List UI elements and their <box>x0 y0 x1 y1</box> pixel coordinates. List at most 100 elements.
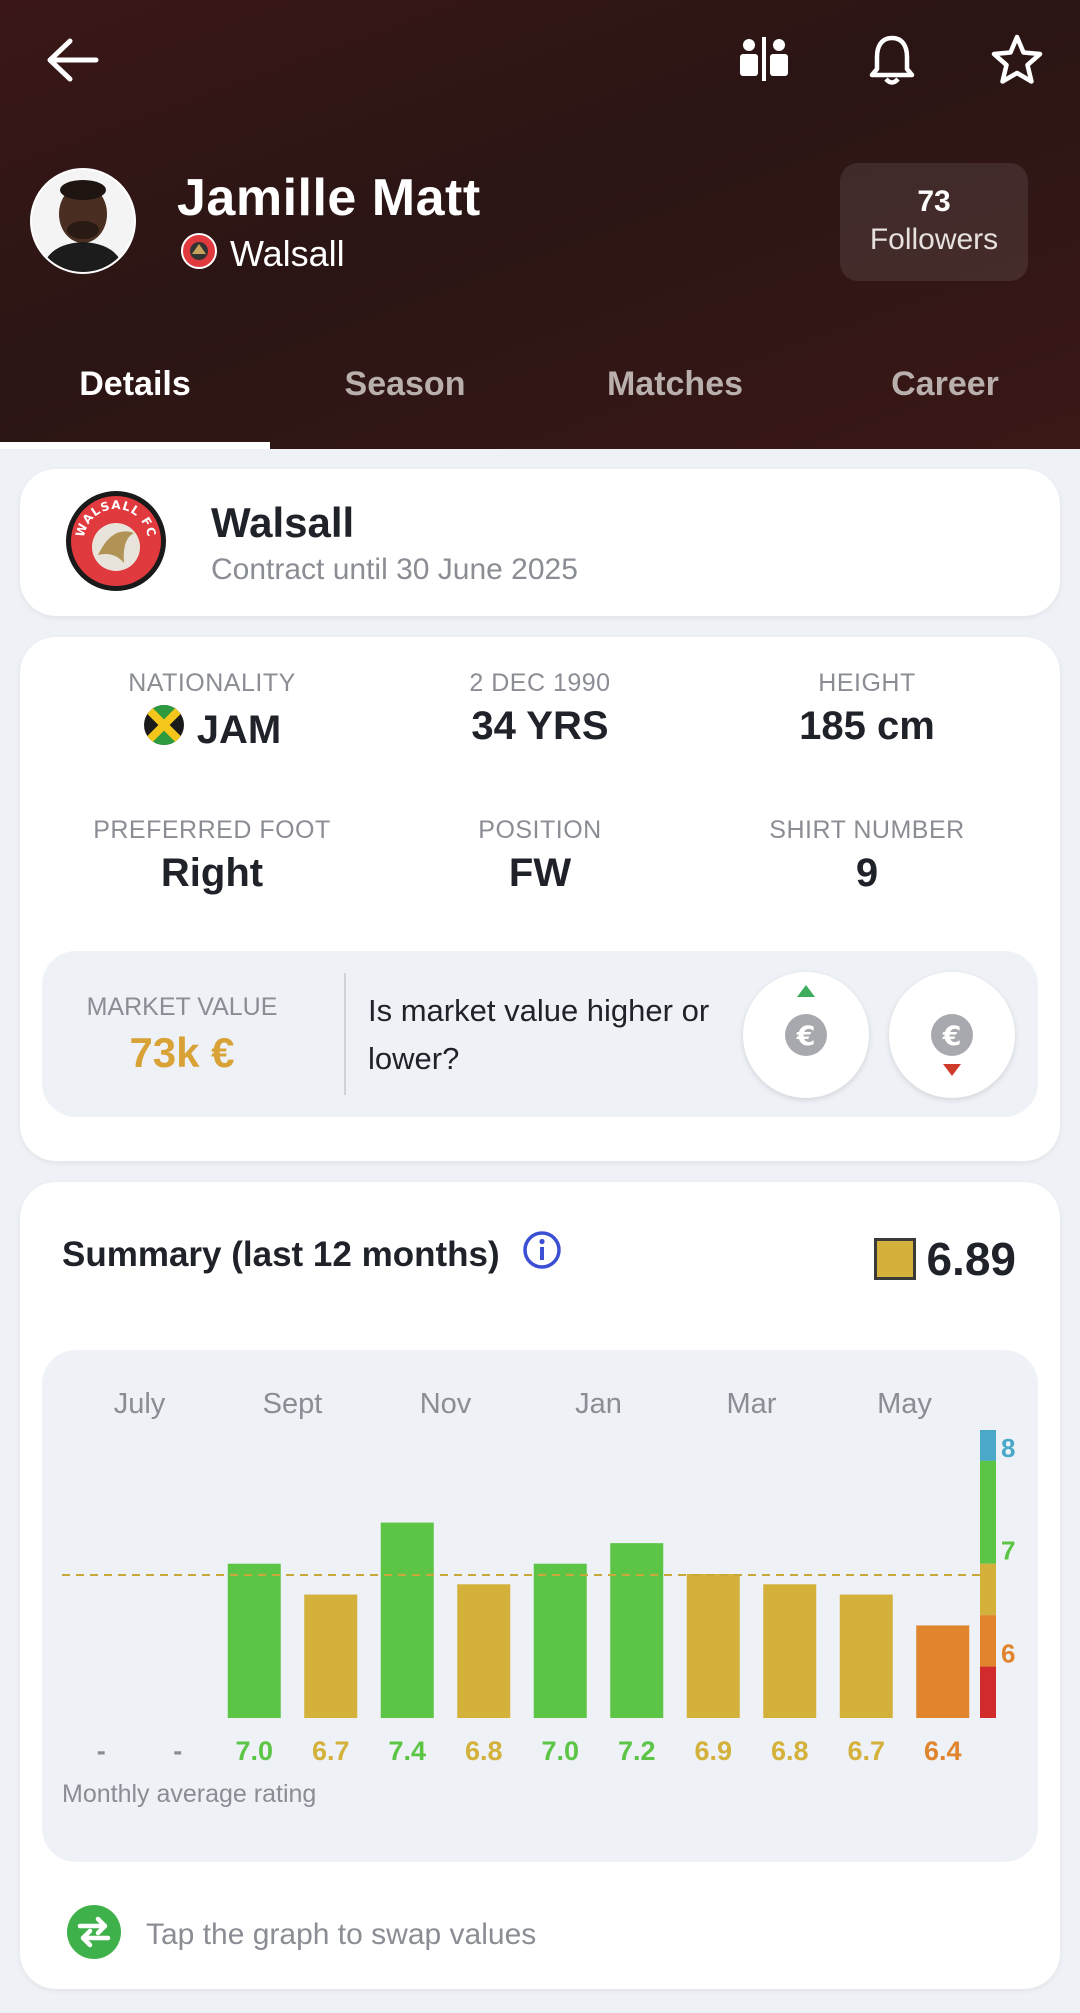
market-value-amount: 73k € <box>129 1029 235 1076</box>
bar-value-label: 6.9 <box>694 1736 732 1766</box>
bar-value-label: 6.7 <box>847 1736 885 1766</box>
swap-icon[interactable] <box>66 1904 122 1965</box>
summary-card: Summary (last 12 months) 6.89 July Sept No… <box>20 1182 1060 1989</box>
chart-caption: Monthly average rating <box>62 1780 317 1808</box>
height-cell: HEIGHT 185 cm <box>697 669 1037 749</box>
overall-rating: 6.89 <box>874 1232 1016 1286</box>
player-avatar <box>30 168 136 274</box>
bar-value-label: 6.8 <box>771 1736 809 1766</box>
divider <box>344 973 346 1095</box>
month-label: July <box>114 1388 166 1420</box>
position-cell: POSITION FW <box>370 816 710 896</box>
rating-bar <box>610 1543 664 1718</box>
scale-tick-label: 8 <box>1001 1433 1015 1463</box>
rating-scale-segment <box>980 1563 996 1616</box>
scale-tick-label: 6 <box>1001 1639 1015 1669</box>
tab-career[interactable]: Career <box>810 355 1080 449</box>
rating-scale-segment <box>980 1615 996 1667</box>
foot-label: PREFERRED FOOT <box>93 816 331 844</box>
rating-swatch <box>874 1238 917 1280</box>
bar-value-label: 7.4 <box>388 1736 426 1766</box>
bar-value-label: 6.4 <box>924 1736 962 1766</box>
overall-rating-value: 6.89 <box>926 1233 1016 1285</box>
followers-button[interactable]: 73 Followers <box>840 163 1028 281</box>
month-label: Sept <box>263 1388 323 1420</box>
rating-bar <box>227 1563 281 1718</box>
position-value: FW <box>508 851 572 895</box>
foot-value: Right <box>160 851 264 895</box>
month-label: Nov <box>420 1388 472 1420</box>
tab-details[interactable]: Details <box>0 355 270 449</box>
rating-bar <box>457 1584 511 1718</box>
rating-scale-segment <box>980 1430 996 1461</box>
compare-icon[interactable] <box>732 28 796 92</box>
vote-lower-button[interactable]: € <box>889 972 1015 1098</box>
vote-higher-button[interactable]: € <box>743 972 869 1098</box>
rating-bar <box>380 1522 434 1718</box>
followers-count: 73 <box>917 185 951 218</box>
bar-value-label: 7.2 <box>618 1736 656 1766</box>
player-club[interactable]: Walsall <box>180 232 345 275</box>
tab-season[interactable]: Season <box>270 355 540 449</box>
bell-icon[interactable] <box>860 28 924 92</box>
bar-value-label: - <box>97 1736 106 1766</box>
back-arrow-icon[interactable] <box>40 28 104 92</box>
tab-bar: Details Season Matches Career <box>0 355 1080 449</box>
down-arrow-icon <box>943 1064 961 1076</box>
jamaica-flag-icon <box>143 704 185 756</box>
bar-value-label: 7.0 <box>235 1736 273 1766</box>
club-crest-icon <box>180 232 218 275</box>
contract-text: Contract until 30 June 2025 <box>211 553 578 586</box>
player-name: Jamille Matt <box>177 169 481 227</box>
rating-scale-segment <box>980 1460 996 1564</box>
position-label: POSITION <box>478 816 602 844</box>
followers-label: Followers <box>869 223 999 256</box>
club-card[interactable]: WALSALL FC Walsall Contract until 30 Jun… <box>20 469 1060 616</box>
player-info-card: NATIONALITY JAM 2 DEC 1990 34 YRS HEIGHT <box>20 637 1060 1161</box>
bar-value-label: 6.8 <box>465 1736 503 1766</box>
rating-scale-segment <box>980 1666 996 1718</box>
nationality-value: JAM <box>196 707 282 752</box>
rating-bar <box>686 1574 740 1718</box>
rating-chart-svg[interactable]: July Sept Nov Jan Mar May - - 7.0 6.7 7.4 6.8 7.0 7.2… <box>42 1350 1038 1820</box>
svg-text:€: € <box>796 1021 816 1052</box>
month-label: Jan <box>575 1388 622 1420</box>
svg-text:€: € <box>942 1021 962 1052</box>
star-icon[interactable] <box>985 28 1049 92</box>
height-label: HEIGHT <box>818 669 916 697</box>
summary-title: Summary (last 12 months) <box>62 1234 500 1274</box>
swap-hint[interactable]: Tap the graph to swap values <box>66 1904 536 1965</box>
market-value-box: MARKET VALUE 73k € Is market value highe… <box>42 951 1038 1117</box>
month-label: Mar <box>727 1388 777 1420</box>
summary-heading: Summary (last 12 months) <box>62 1230 562 1279</box>
tab-matches[interactable]: Matches <box>540 355 810 449</box>
month-label: May <box>877 1388 932 1420</box>
rating-bar <box>839 1594 893 1718</box>
height-value: 185 cm <box>799 704 935 748</box>
nationality-cell: NATIONALITY JAM <box>42 669 382 756</box>
market-value-question: Is market value higher or lower? <box>368 993 710 1076</box>
rating-chart[interactable]: July Sept Nov Jan Mar May - - 7.0 6.7 7.4 6.8 7.0 7.2… <box>42 1350 1038 1862</box>
shirt-value: 9 <box>855 851 879 895</box>
scale-tick-label: 7 <box>1001 1536 1015 1566</box>
age-cell: 2 DEC 1990 34 YRS <box>370 669 710 749</box>
up-arrow-icon <box>797 985 815 997</box>
nationality-label: NATIONALITY <box>128 669 296 697</box>
info-icon[interactable] <box>522 1230 562 1279</box>
player-header: Jamille Matt Walsall 73 Followers Detail… <box>0 0 1080 449</box>
rating-bar <box>304 1594 358 1718</box>
age-value: 34 YRS <box>471 704 609 748</box>
shirt-cell: SHIRT NUMBER 9 <box>697 816 1037 896</box>
rating-bar <box>533 1563 587 1718</box>
bar-value-label: 6.7 <box>312 1736 350 1766</box>
shirt-label: SHIRT NUMBER <box>769 816 965 844</box>
bar-value-label: 7.0 <box>541 1736 579 1766</box>
bar-value-label: - <box>173 1736 182 1766</box>
rating-bar <box>916 1625 970 1718</box>
swap-text: Tap the graph to swap values <box>146 1917 537 1951</box>
foot-cell: PREFERRED FOOT Right <box>42 816 382 896</box>
rating-bar <box>763 1584 817 1718</box>
dob-label: 2 DEC 1990 <box>469 669 611 697</box>
market-value-label: MARKET VALUE <box>86 993 278 1021</box>
club-crest-large-icon: WALSALL FC <box>64 489 168 598</box>
